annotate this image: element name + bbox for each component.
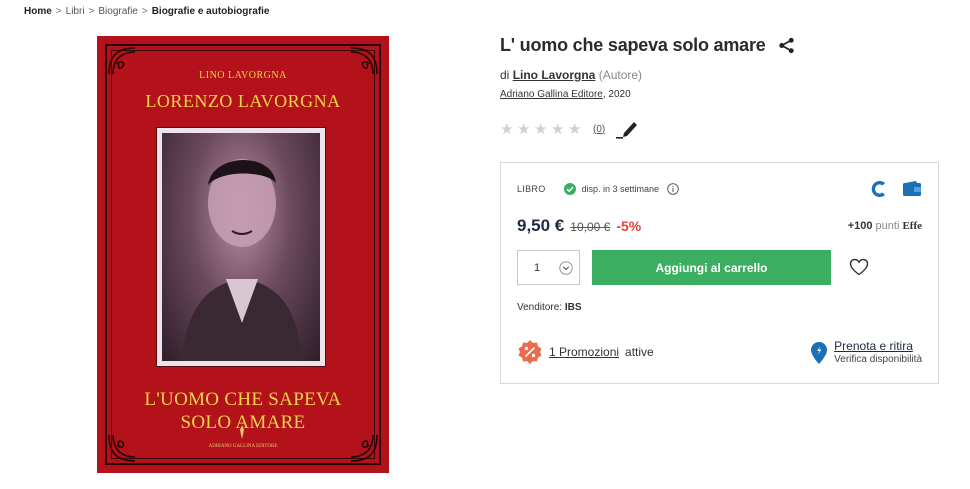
wallet-icon[interactable] <box>902 181 922 197</box>
cover-title-line1: L'UOMO CHE SAPEVA <box>144 389 342 410</box>
location-pin-icon <box>811 342 828 364</box>
reserve-pickup: Prenota e ritira Verifica disponibilità <box>810 339 922 367</box>
check-icon <box>563 183 576 195</box>
info-icon[interactable] <box>667 183 679 195</box>
product-title: L' uomo che sapeva solo amare <box>500 35 766 55</box>
percent-icon <box>518 340 542 364</box>
breadcrumb-separator: > <box>141 6 148 17</box>
publication-year: , 2020 <box>602 89 631 100</box>
publisher-row: Adriano Gallina Editore, 2020 <box>500 89 631 100</box>
author-link[interactable]: Lino Lavorgna <box>513 68 596 82</box>
discount-badge: -5% <box>616 218 642 234</box>
publisher-link[interactable]: Adriano Gallina Editore <box>500 89 603 100</box>
format-icons <box>870 179 922 199</box>
portrait-silhouette-icon <box>182 159 302 361</box>
seller-row: Venditore: IBS <box>517 302 582 313</box>
cover-publisher: ADRIANO GALLINA EDITORE <box>208 444 278 449</box>
quantity-select[interactable]: 1 <box>517 250 580 285</box>
author-role: (Autore) <box>598 68 643 82</box>
promotions-link[interactable]: 1 Promozioni <box>549 345 619 359</box>
breadcrumb-item-current: Biografie e autobiografie <box>151 6 270 17</box>
promotions-suffix: attive <box>625 345 654 359</box>
chevron-down-icon <box>559 260 573 275</box>
publisher-emblem-icon <box>240 425 244 439</box>
availability-text: disp. in 3 settimane <box>581 184 660 194</box>
ebook-c-icon[interactable] <box>870 179 890 199</box>
breadcrumb-item-libri[interactable]: Libri <box>66 6 85 17</box>
points-word: punti <box>875 220 900 232</box>
seller-name: IBS <box>564 302 582 313</box>
price-current: 9,50 € <box>517 216 565 235</box>
author-row: di Lino Lavorgna (Autore) <box>500 68 642 82</box>
star-icon: ★ <box>500 120 514 138</box>
price-old: 10,00 € <box>570 220 611 234</box>
cover-author-big: LORENZO LAVORGNA <box>145 91 341 111</box>
breadcrumb-item-home[interactable]: Home <box>24 6 52 17</box>
share-icon[interactable] <box>778 37 795 54</box>
rating-count[interactable]: (0) <box>593 124 605 135</box>
star-icon: ★ <box>551 120 565 138</box>
product-title-row: L' uomo che sapeva solo amare <box>500 35 795 56</box>
author-prefix: di <box>500 68 510 82</box>
cover-portrait-photo <box>162 133 320 361</box>
price-row: 9,50 € 10,00 € -5% <box>517 216 641 236</box>
quantity-value: 1 <box>534 261 541 274</box>
promotions-row: 1 Promozioni attive <box>517 339 654 365</box>
add-to-cart-button[interactable]: Aggiungi al carrello <box>592 250 831 285</box>
breadcrumb: Home > Libri > Biografie > Biografie e a… <box>24 6 270 17</box>
star-icon: ★ <box>534 120 548 138</box>
loyalty-points: +100 punti Effe <box>848 220 922 232</box>
check-availability-text: Verifica disponibilità <box>834 354 922 365</box>
breadcrumb-item-biografie[interactable]: Biografie <box>98 6 137 17</box>
book-cover[interactable]: LINO LAVORGNA LORENZO LAVORGNA L'UOMO CH… <box>97 36 389 473</box>
pickup-text: Prenota e ritira Verifica disponibilità <box>834 339 922 367</box>
pen-icon[interactable] <box>615 119 639 139</box>
star-icon: ★ <box>517 120 531 138</box>
heart-icon[interactable] <box>849 258 869 276</box>
seller-label: Venditore: <box>517 302 563 313</box>
points-number: +100 <box>847 220 873 232</box>
cover-author-small: LINO LAVORGNA <box>199 70 287 81</box>
points-brand: Effe <box>902 220 922 232</box>
breadcrumb-separator: > <box>88 6 95 17</box>
format-availability-row: LIBRO disp. in 3 settimane <box>517 183 679 195</box>
purchase-box: LIBRO disp. in 3 settimane 9,50 € 10,00 … <box>500 162 939 384</box>
cover-photo-frame <box>157 128 325 366</box>
reserve-pickup-link[interactable]: Prenota e ritira <box>834 339 922 353</box>
rating-row: ★ ★ ★ ★ ★ (0) <box>500 119 639 139</box>
format-label: LIBRO <box>517 184 546 194</box>
breadcrumb-separator: > <box>55 6 62 17</box>
star-icon: ★ <box>568 120 582 138</box>
